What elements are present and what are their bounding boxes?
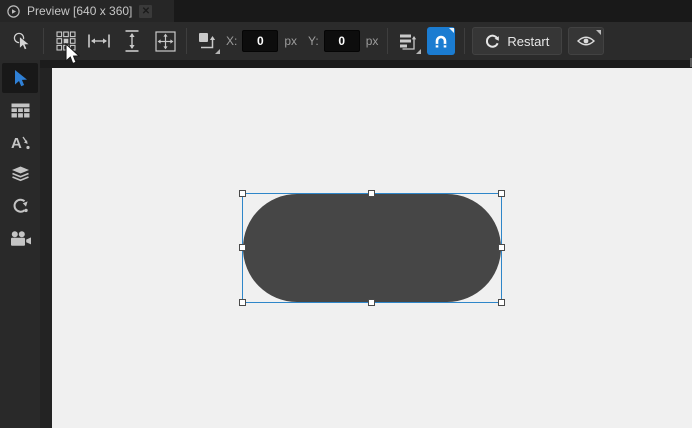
x-input[interactable]	[242, 30, 278, 52]
resize-handle-ne[interactable]	[498, 190, 505, 197]
x-unit-label: px	[284, 34, 297, 48]
canvas-top-strip	[40, 60, 692, 68]
sidebar-item-layers[interactable]	[2, 159, 38, 189]
dropdown-corner-icon	[449, 28, 454, 33]
canvas-panel	[40, 60, 692, 428]
y-input[interactable]	[324, 30, 360, 52]
tab-bar: Preview [640 x 360] ✕	[0, 0, 692, 22]
scale-mode-button[interactable]	[193, 27, 221, 55]
preview-visibility-button[interactable]	[568, 27, 604, 55]
play-circle-icon	[7, 5, 20, 18]
toolbar: X: px Y: px Restart	[0, 22, 692, 60]
table-icon	[11, 103, 30, 118]
sidebar-item-flow[interactable]	[2, 191, 38, 221]
layers-icon	[11, 166, 30, 182]
preview-window: { "window": { "tab_title": "Preview [640…	[0, 0, 692, 428]
resize-handle-sw[interactable]	[239, 299, 246, 306]
camera-icon	[10, 231, 31, 246]
scale-icon	[197, 31, 217, 51]
preview-tab[interactable]: Preview [640 x 360] ✕	[0, 0, 174, 22]
tool-sidebar: A	[0, 60, 40, 428]
toolbar-separator	[387, 28, 388, 54]
eye-icon	[577, 35, 595, 47]
fit-window-icon	[155, 31, 176, 52]
interactive-pointer-icon	[13, 32, 32, 51]
magnet-icon	[433, 34, 449, 49]
resize-handle-w[interactable]	[239, 244, 246, 251]
snapping-toggle-button[interactable]	[427, 27, 455, 55]
rounded-rectangle-shape[interactable]	[243, 194, 501, 302]
panel-divider	[40, 68, 52, 428]
fit-window-button[interactable]	[151, 27, 179, 55]
resize-handle-e[interactable]	[498, 244, 505, 251]
select-arrow-icon	[12, 69, 29, 88]
actual-size-button[interactable]	[52, 27, 80, 55]
sidebar-item-text-animation[interactable]: A	[2, 127, 38, 157]
dropdown-corner-icon	[215, 49, 220, 54]
flow-icon	[12, 198, 29, 214]
auto-scroll-icon	[398, 32, 418, 51]
shape-selection-box[interactable]	[242, 193, 502, 303]
toolbar-separator	[464, 28, 465, 54]
dropdown-corner-icon	[596, 30, 601, 35]
interactive-pointer-button[interactable]	[8, 27, 36, 55]
fit-width-button[interactable]	[85, 27, 113, 55]
toolbar-separator	[43, 28, 44, 54]
svg-text:A: A	[11, 135, 22, 151]
x-label: X:	[226, 34, 237, 48]
stage-canvas[interactable]	[52, 68, 692, 428]
sidebar-item-select-tool[interactable]	[2, 63, 38, 93]
sidebar-item-camera[interactable]	[2, 223, 38, 253]
grid-icon	[56, 31, 76, 51]
text-animation-icon: A	[11, 134, 30, 151]
fit-width-icon	[88, 33, 110, 49]
resize-handle-s[interactable]	[368, 299, 375, 306]
resize-handle-n[interactable]	[368, 190, 375, 197]
toolbar-separator	[186, 28, 187, 54]
close-icon[interactable]: ✕	[139, 5, 152, 18]
dropdown-corner-icon	[416, 49, 421, 54]
tab-title: Preview [640 x 360]	[27, 4, 132, 18]
y-unit-label: px	[366, 34, 379, 48]
resize-handle-nw[interactable]	[239, 190, 246, 197]
restart-button[interactable]: Restart	[472, 27, 562, 55]
fit-height-icon	[124, 30, 140, 52]
restart-icon	[485, 34, 500, 49]
y-label: Y:	[308, 34, 319, 48]
resize-handle-se[interactable]	[498, 299, 505, 306]
main-area: A	[0, 60, 692, 428]
restart-label: Restart	[507, 34, 549, 49]
auto-scroll-button[interactable]	[394, 27, 422, 55]
fit-height-button[interactable]	[118, 27, 146, 55]
sidebar-item-table[interactable]	[2, 95, 38, 125]
